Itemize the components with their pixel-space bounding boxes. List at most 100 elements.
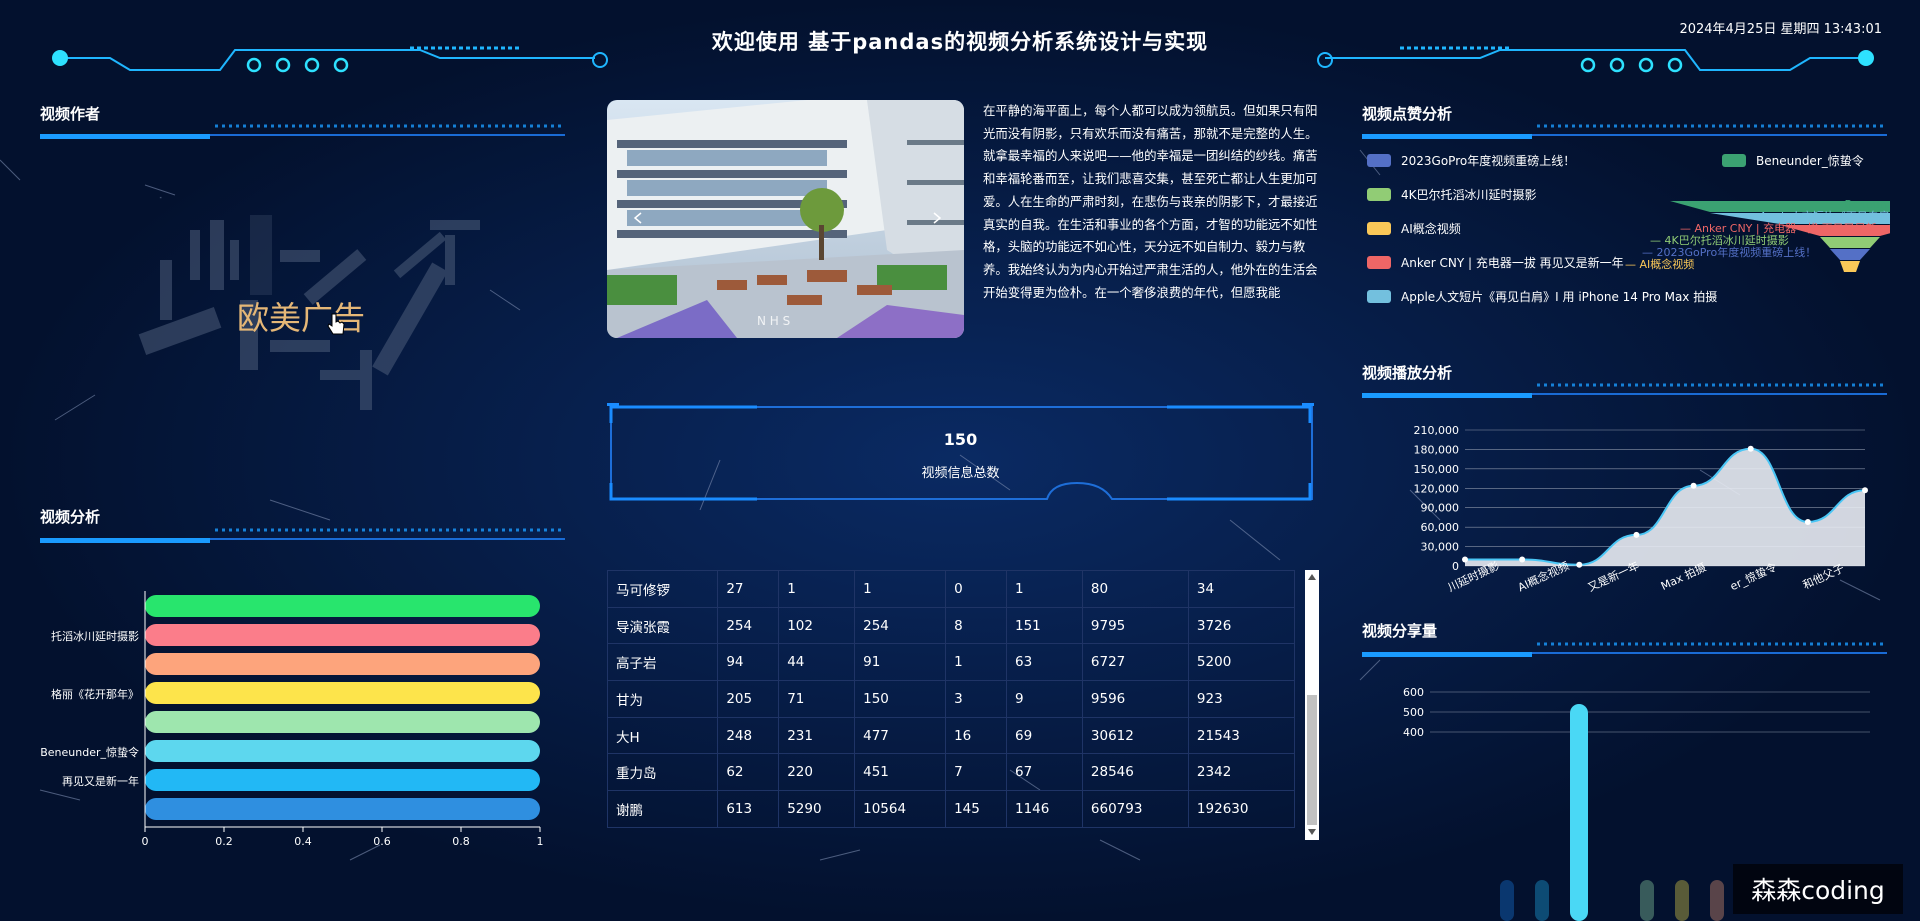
category-label: Beneunder_惊蛰令 [40,745,139,759]
table-cell: 34 [1187,570,1295,608]
table-cell: 231 [778,716,856,755]
table-row[interactable]: 高子岩 94 44 91 1 63 6727 5200 [607,643,1295,682]
legend-item[interactable]: Beneunder_惊蛰令 [1722,152,1864,169]
legend-swatch [1367,222,1391,235]
table-cell: 63 [1005,643,1083,682]
area-fill [1465,448,1865,566]
table-cell: 254 [717,606,780,645]
table-cell: 9596 [1081,680,1189,718]
table-cell: 高子岩 [607,643,719,682]
bar[interactable] [145,595,540,617]
svg-text:N H S: N H S [757,314,790,328]
funnel-segment[interactable] [1820,237,1880,248]
table-row[interactable]: 谢鹏 613 5290 10564 145 1146 660793 192630 [607,790,1295,828]
article-text: 在平静的海平面上，每个人都可以成为领航员。但如果只有阳光而没有阴影，只有欢乐而没… [983,103,1318,300]
legend-item[interactable]: 2023GoPro年度视频重磅上线！ [1367,152,1575,169]
y-tick-label: 90,000 [1421,502,1460,515]
legend-item[interactable]: AI概念视频 [1367,220,1461,237]
plays-area-chart[interactable]: 0 30,000 60,000 90,000 120,000 150,000 180,000… [1370,418,1890,598]
table-cell: 1 [854,570,947,608]
table-cell: 21543 [1187,716,1295,755]
image-carousel[interactable]: N H S [607,100,964,338]
bar[interactable] [145,798,540,820]
table-cell: 6727 [1081,643,1189,682]
data-point[interactable] [1633,531,1640,538]
table-cell: 71 [778,680,856,718]
data-point[interactable] [1804,518,1811,525]
total-count-value: 150 [943,430,978,449]
scroll-down-icon[interactable] [1308,829,1316,835]
category-label: 托滔冰川延时摄影 [51,629,139,643]
bar[interactable] [145,740,540,762]
funnel-label: — 2023GoPro年度视频重磅上线！ [1642,245,1816,259]
data-table[interactable]: 马可修锣 27 1 1 0 1 80 34 导演张霞 254 102 254 8 151 9795 3726 高… [607,570,1295,840]
carousel-prev-icon[interactable] [633,211,643,225]
data-point[interactable] [1690,482,1697,489]
table-cell: 10564 [854,790,947,828]
legend-label: 2023GoPro年度视频重磅上线！ [1401,154,1576,168]
data-point[interactable] [1747,445,1754,452]
y-tick-label: 30,000 [1421,541,1460,554]
category-label: 格丽《花开那年》 [51,687,139,701]
total-frame [607,403,1314,501]
bar[interactable] [145,711,540,733]
x-tick-label: 0.4 [294,835,312,848]
x-tick-label: 0 [142,835,149,848]
likes-funnel-chart[interactable]: — Beneunder 惊— Apple人文短片《再见白肩》— Anker CN… [1530,195,1890,285]
data-point[interactable] [1576,561,1583,568]
funnel-label: — Beneunder 惊 [1830,197,1890,211]
bar[interactable] [1640,880,1654,921]
bar[interactable] [145,682,540,704]
watermark: 森森coding [1733,864,1903,914]
legend-item[interactable]: 4K巴尔托滔冰川延时摄影 [1367,186,1537,203]
table-row[interactable]: 甘为 205 71 150 3 9 9596 923 [607,680,1295,718]
table-row[interactable]: 导演张霞 254 102 254 8 151 9795 3726 [607,606,1295,645]
y-tick-label: 210,000 [1414,424,1460,437]
table-body: 马可修锣 27 1 1 0 1 80 34 导演张霞 254 102 254 8 151 9795 3726 高… [607,570,1295,828]
table-row[interactable]: 大H 248 231 477 16 69 30612 21543 [607,716,1295,755]
bar[interactable] [1570,704,1588,921]
bar[interactable] [1535,880,1549,921]
bar[interactable] [1710,880,1724,921]
funnel-segment[interactable] [1840,261,1860,272]
table-cell: 谢鹏 [607,790,719,828]
table-cell: 62 [717,753,780,792]
funnel-label: — Anker CNY | 充电器一拔 再见又是新一年 [1680,221,1890,235]
bar[interactable] [145,653,540,675]
scroll-thumb[interactable] [1307,695,1317,825]
carousel-photo: N H S [607,100,964,338]
table-cell: 44 [778,643,856,682]
x-tick-label: 0.6 [373,835,391,848]
table-cell: 94 [717,643,780,682]
table-cell: 151 [1005,606,1083,645]
legend-swatch [1367,290,1391,303]
data-point[interactable] [1519,556,1526,563]
bar[interactable] [1500,880,1514,921]
table-cell: 660793 [1081,790,1189,828]
data-point[interactable] [1862,487,1868,494]
table-row[interactable]: 马可修锣 27 1 1 0 1 80 34 [607,570,1295,608]
table-scrollbar[interactable] [1305,570,1319,840]
legend-item[interactable]: Apple人文短片《再见白肩》I 用 iPhone 14 Pro Max 拍摄 [1367,288,1717,305]
legend-swatch [1367,154,1391,167]
legend-label: Beneunder_惊蛰令 [1756,154,1864,168]
panel-title-plays: 视频播放分析 [1362,364,1453,382]
carousel-next-icon[interactable] [932,211,942,225]
table-cell: 1 [778,570,856,608]
table-cell: 248 [717,716,780,755]
funnel-segment[interactable] [1830,249,1870,260]
table-cell: 2342 [1187,753,1295,792]
bar[interactable] [145,769,540,791]
bar[interactable] [145,624,540,646]
table-cell: 30612 [1081,716,1189,755]
category-label: 再见又是新一年 [62,774,139,788]
table-cell: 28546 [1081,753,1189,792]
scroll-up-icon[interactable] [1308,574,1316,580]
table-cell: 205 [717,680,780,718]
bar[interactable] [1675,880,1689,921]
data-point[interactable] [1462,556,1468,563]
legend-swatch [1367,256,1391,269]
total-count-label: 视频信息总数 [921,466,1000,481]
video-analysis-bar-chart[interactable]: 再见又是新一年 Beneunder_惊蛰令 格丽《花开那年》托滔冰川延时摄影 0 0.2… [30,585,590,855]
table-row[interactable]: 重力岛 62 220 451 7 67 28546 2342 [607,753,1295,792]
